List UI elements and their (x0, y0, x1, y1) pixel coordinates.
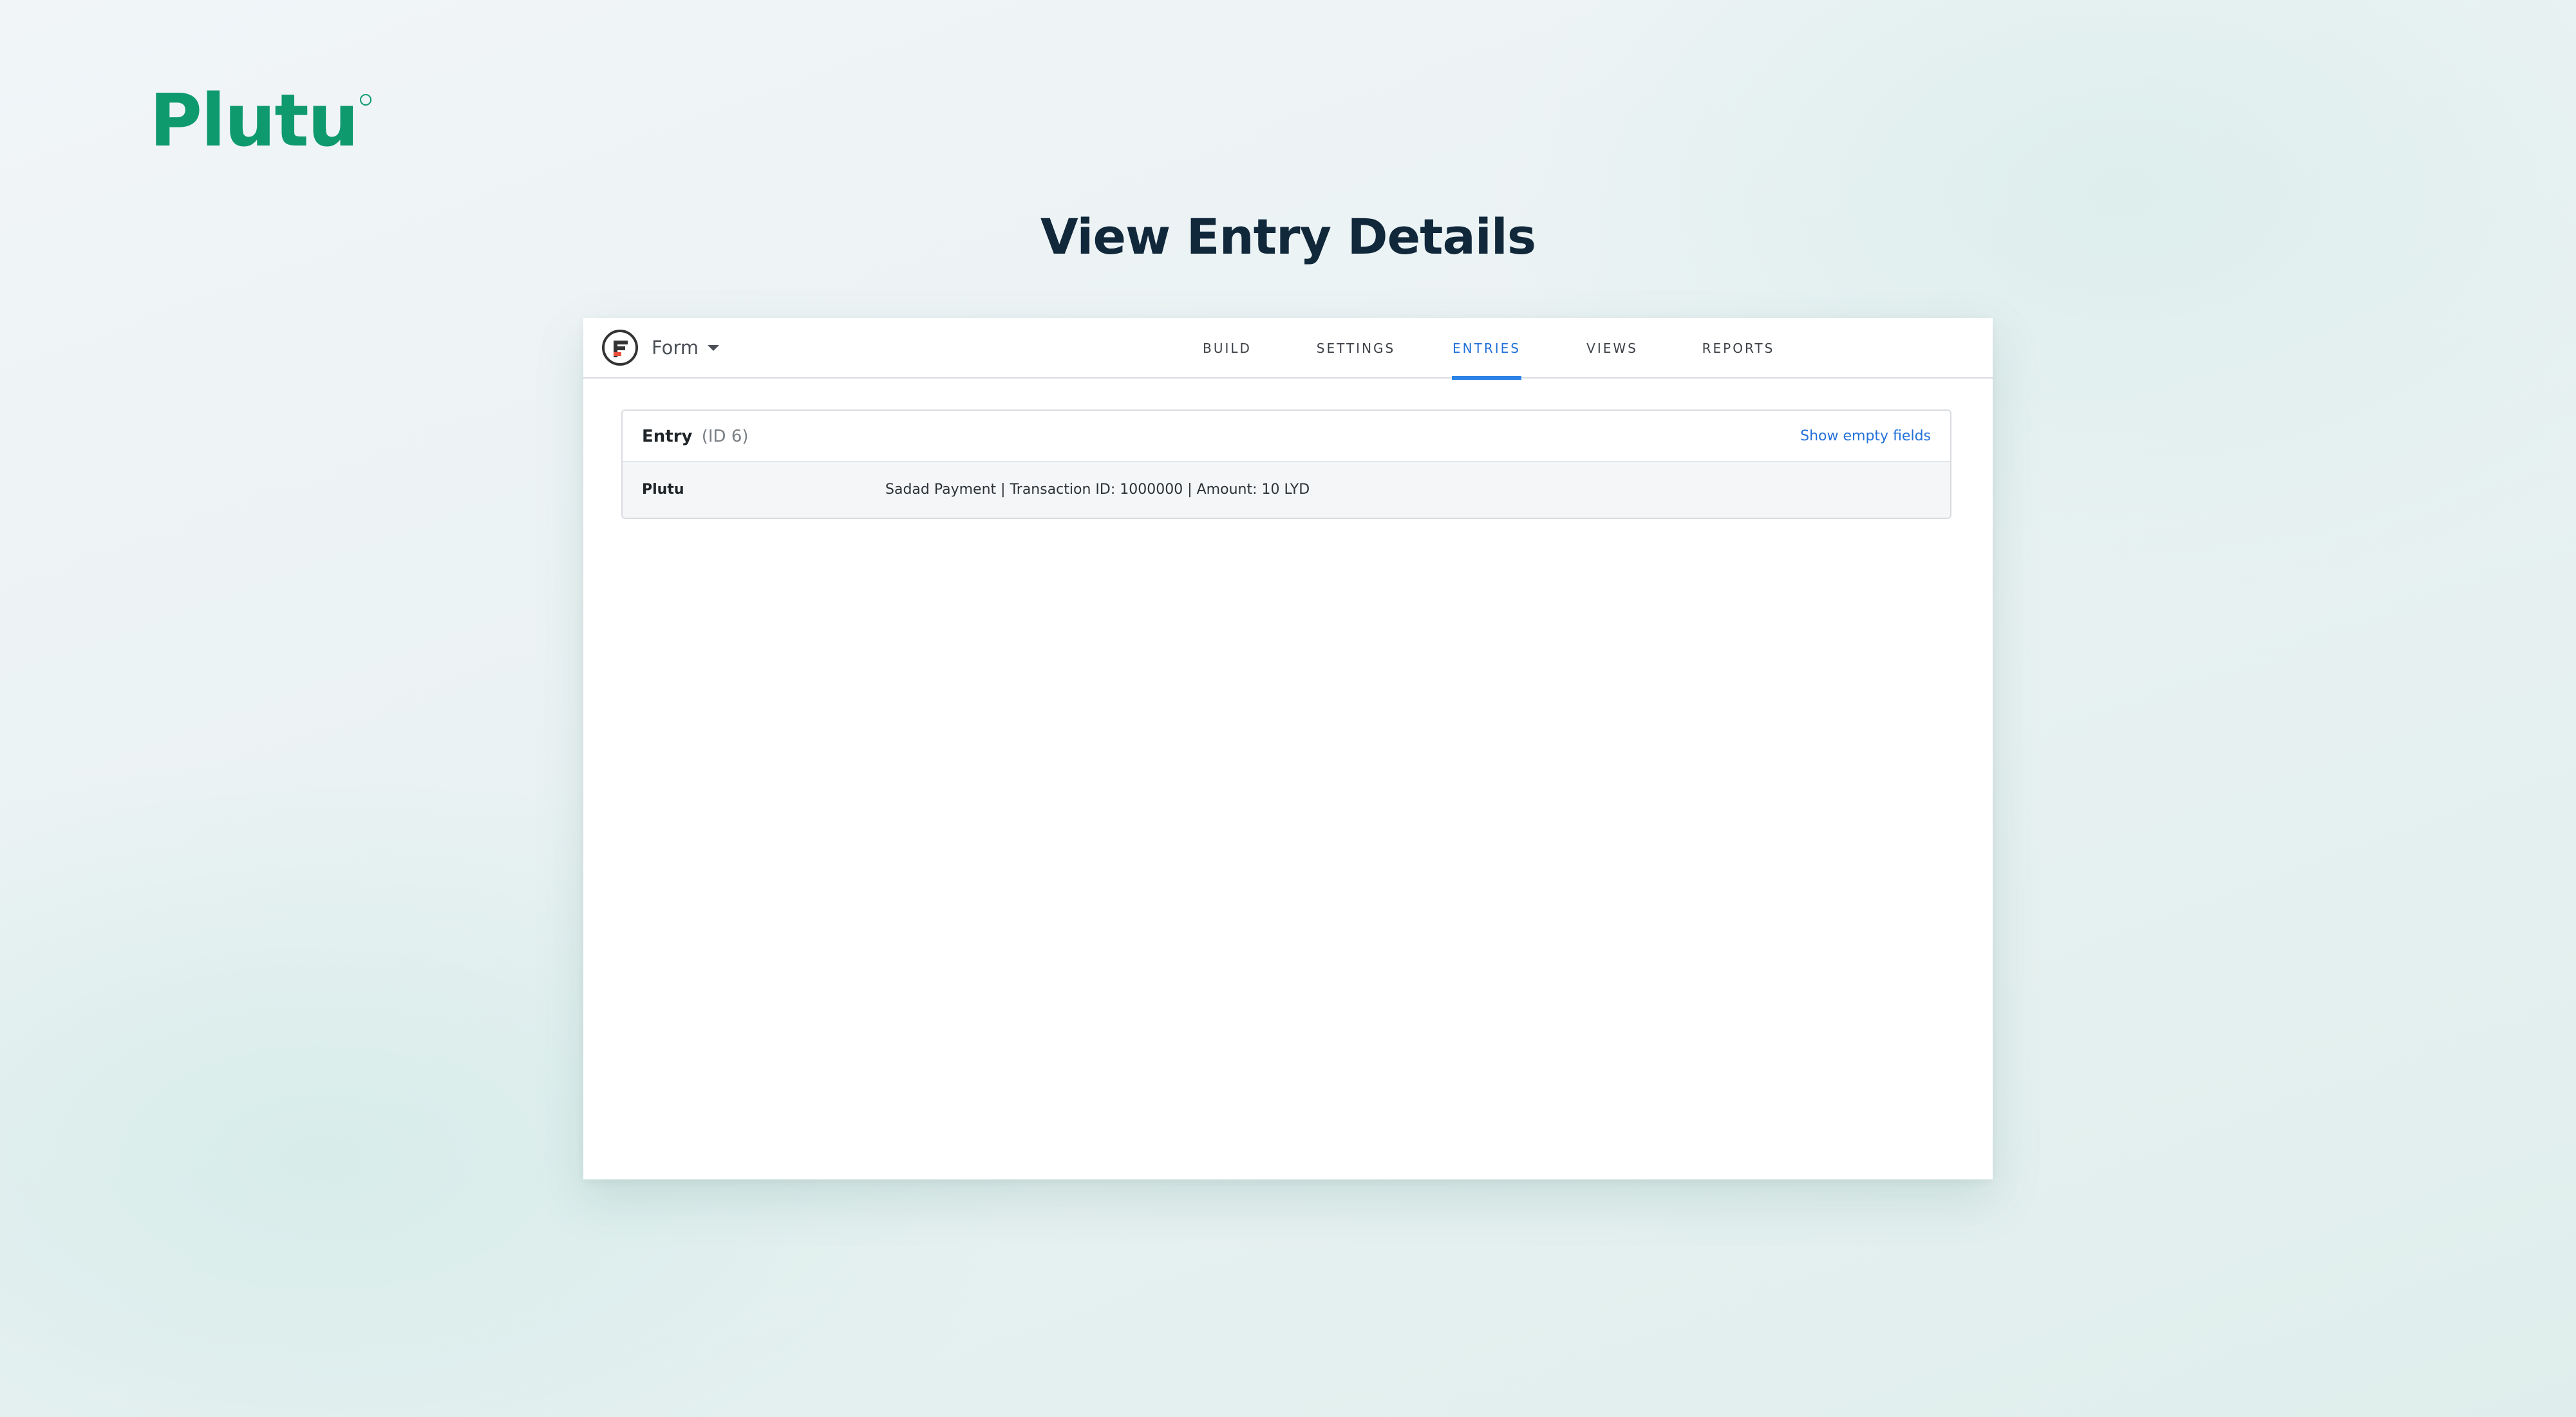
entry-id: (ID 6) (701, 427, 749, 446)
entry-card-header: Entry (ID 6) Show empty fields (623, 411, 1950, 462)
tab-build[interactable]: BUILD (1195, 318, 1259, 379)
show-empty-fields-link[interactable]: Show empty fields (1800, 424, 1931, 449)
nav-tabs: BUILD SETTINGS ENTRIES VIEWS REPORTS (583, 318, 1993, 380)
entry-title: Entry (ID 6) (642, 424, 749, 449)
registered-mark-icon (360, 94, 372, 106)
entry-title-label: Entry (642, 427, 693, 446)
entry-field-row: Plutu Sadad Payment | Transaction ID: 10… (623, 462, 1950, 518)
entry-field-value: Sadad Payment | Transaction ID: 1000000 … (885, 482, 1310, 498)
tab-views[interactable]: VIEWS (1581, 318, 1643, 379)
page-heading: View Entry Details (1040, 208, 1536, 265)
plutu-logo: Plutu (149, 79, 372, 163)
tab-reports[interactable]: REPORTS (1697, 318, 1780, 379)
tab-entries[interactable]: ENTRIES (1452, 318, 1521, 380)
brand-wordmark: Plutu (149, 79, 359, 163)
tab-settings[interactable]: SETTINGS (1308, 318, 1404, 379)
entry-field-label: Plutu (642, 482, 684, 498)
top-navigation-bar: Form BUILD SETTINGS ENTRIES VIEWS REPORT… (583, 318, 1993, 380)
app-window: Form BUILD SETTINGS ENTRIES VIEWS REPORT… (583, 318, 1993, 1179)
entry-card: Entry (ID 6) Show empty fields Plutu Sad… (621, 409, 1951, 519)
